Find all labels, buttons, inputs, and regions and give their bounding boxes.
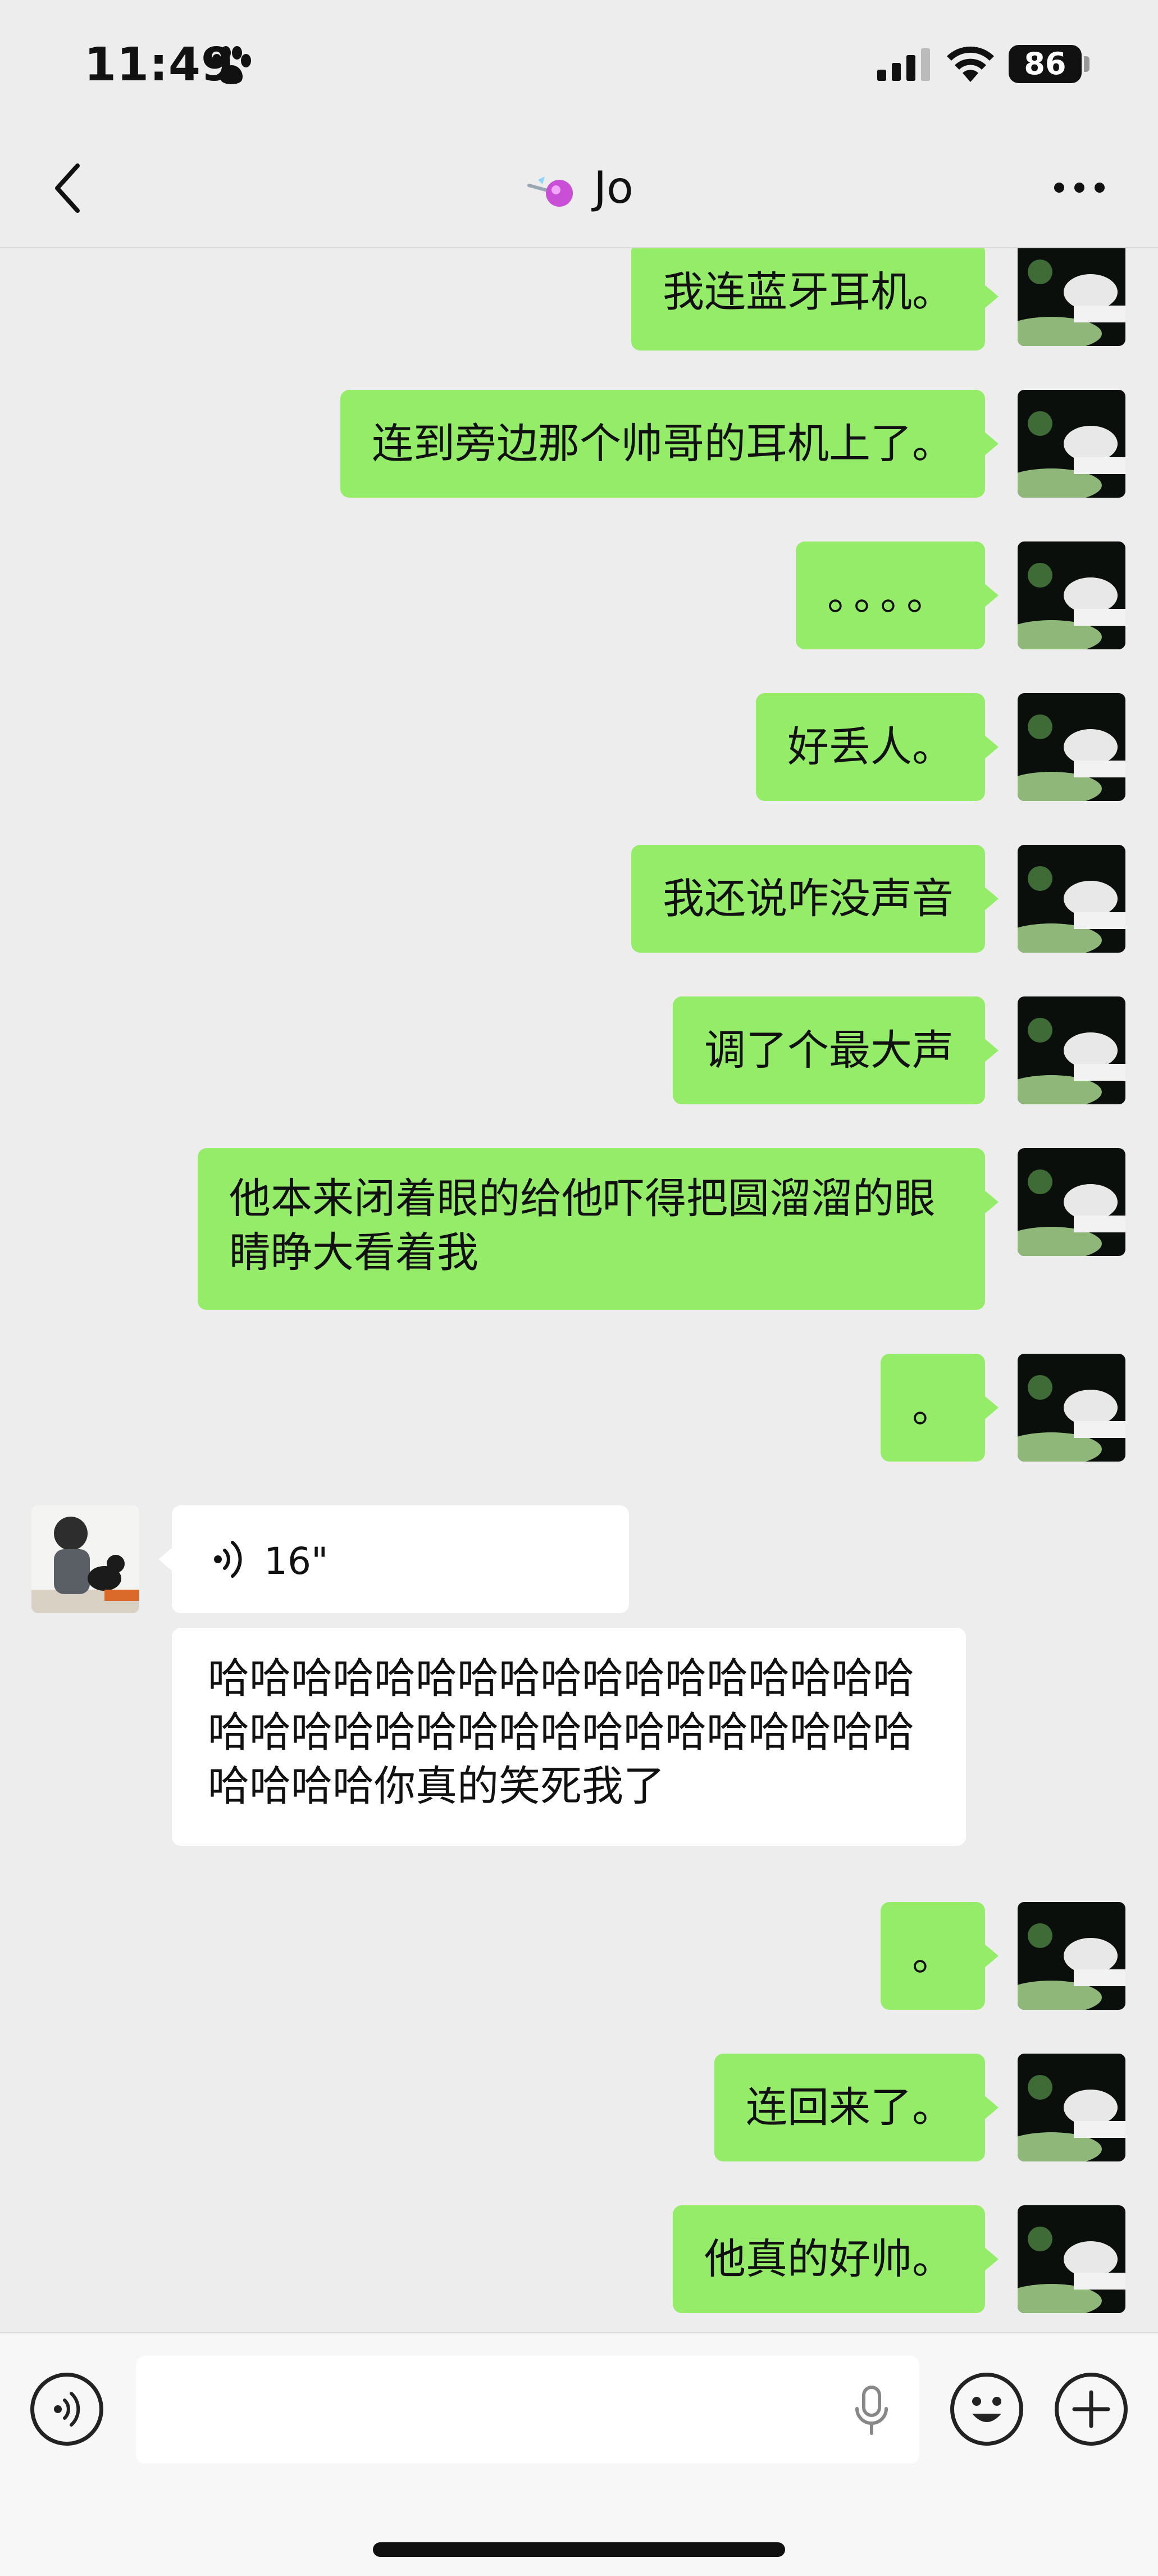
sent-message-bubble[interactable]: 。 bbox=[881, 1902, 999, 2010]
battery-nub bbox=[1084, 56, 1089, 72]
message-row: 我还说咋没声音 bbox=[0, 845, 1158, 957]
sent-message-bubble[interactable]: 好丢人。 bbox=[756, 693, 999, 801]
plus-button[interactable] bbox=[1055, 2373, 1128, 2446]
message-row: 我连蓝牙耳机。 bbox=[0, 248, 1158, 355]
voice-mode-button[interactable] bbox=[30, 2373, 103, 2446]
paw-icon bbox=[212, 46, 251, 84]
emoji-icon bbox=[972, 2397, 1001, 2422]
voice-message-bubble[interactable]: 16" bbox=[158, 1505, 629, 1613]
sent-message-bubble[interactable]: 调了个最大声 bbox=[673, 996, 999, 1104]
message-row: 连回来了。 bbox=[0, 2054, 1158, 2166]
message-row: 连到旁边那个帅哥的耳机上了。 bbox=[0, 390, 1158, 502]
message-row: 。。。。 bbox=[0, 541, 1158, 654]
voice-transcription-bubble[interactable]: 哈哈哈哈哈哈哈哈哈哈哈哈哈哈哈哈哈哈哈哈哈哈哈哈哈哈哈哈哈哈哈哈哈哈哈哈哈哈你真… bbox=[172, 1628, 966, 1846]
my-avatar[interactable] bbox=[1018, 693, 1125, 801]
voice-duration: 16" bbox=[264, 1540, 329, 1583]
sent-message-bubble[interactable]: 他真的好帅。 bbox=[673, 2205, 999, 2313]
my-avatar[interactable] bbox=[1018, 541, 1125, 649]
contact-name: Jo bbox=[594, 163, 633, 213]
message-input[interactable] bbox=[136, 2356, 919, 2464]
my-avatar[interactable] bbox=[1018, 845, 1125, 953]
message-row: 调了个最大声 bbox=[0, 996, 1158, 1109]
my-avatar[interactable] bbox=[1018, 1354, 1125, 1462]
sent-message-bubble[interactable]: 连到旁边那个帅哥的耳机上了。 bbox=[340, 390, 999, 498]
my-avatar[interactable] bbox=[1018, 1148, 1125, 1256]
candy-icon bbox=[527, 176, 573, 207]
message-row: 好丢人。 bbox=[0, 693, 1158, 805]
message-row: 哈哈哈哈哈哈哈哈哈哈哈哈哈哈哈哈哈哈哈哈哈哈哈哈哈哈哈哈哈哈哈哈哈哈哈哈哈哈你真… bbox=[0, 1628, 1158, 1853]
sent-message-bubble[interactable]: 我连蓝牙耳机。 bbox=[631, 248, 999, 351]
wifi-icon bbox=[947, 46, 994, 82]
sent-message-bubble[interactable]: 。。。。 bbox=[796, 541, 999, 649]
emoji-button[interactable] bbox=[950, 2373, 1023, 2446]
my-avatar[interactable] bbox=[1018, 996, 1125, 1104]
signal-icon bbox=[877, 48, 930, 81]
sent-message-bubble[interactable]: 连回来了。 bbox=[714, 2054, 999, 2161]
plus-icon bbox=[1072, 2390, 1110, 2428]
battery-indicator: 86 bbox=[1009, 45, 1082, 83]
my-avatar[interactable] bbox=[1018, 2054, 1125, 2161]
message-row: 他本来闭着眼的给他吓得把圆溜溜的眼睛睁大看着我 bbox=[0, 1148, 1158, 1317]
home-indicator[interactable] bbox=[373, 2542, 785, 2557]
mic-icon[interactable] bbox=[849, 2384, 894, 2438]
my-avatar[interactable] bbox=[1018, 2205, 1125, 2313]
my-avatar[interactable] bbox=[1018, 248, 1125, 346]
sent-message-bubble[interactable]: 我还说咋没声音 bbox=[631, 845, 999, 953]
sent-message-bubble[interactable]: 。 bbox=[881, 1354, 999, 1462]
sent-message-bubble[interactable]: 他本来闭着眼的给他吓得把圆溜溜的眼睛睁大看着我 bbox=[198, 1148, 999, 1310]
message-row: 他真的好帅。 bbox=[0, 2205, 1158, 2318]
voice-mode-icon bbox=[54, 2392, 80, 2427]
input-bar bbox=[0, 2332, 1158, 2576]
my-avatar[interactable] bbox=[1018, 1902, 1125, 2010]
chat-title[interactable]: Jo bbox=[0, 163, 1158, 213]
nav-bar: Jo bbox=[0, 129, 1158, 248]
more-icon[interactable] bbox=[1052, 181, 1106, 194]
my-avatar[interactable] bbox=[1018, 390, 1125, 498]
voice-play-icon bbox=[214, 1541, 242, 1578]
chat-area[interactable]: 我连蓝牙耳机。 连到旁边那个帅哥的耳机上了。 。。。。 好丢人。 我还说咋没声音… bbox=[0, 248, 1158, 2332]
message-row: 16" bbox=[0, 1505, 1158, 1618]
status-bar: 11:49 86 bbox=[0, 0, 1158, 129]
contact-avatar[interactable] bbox=[31, 1505, 139, 1613]
message-row: 。 bbox=[0, 1902, 1158, 2014]
message-row: 。 bbox=[0, 1354, 1158, 1466]
